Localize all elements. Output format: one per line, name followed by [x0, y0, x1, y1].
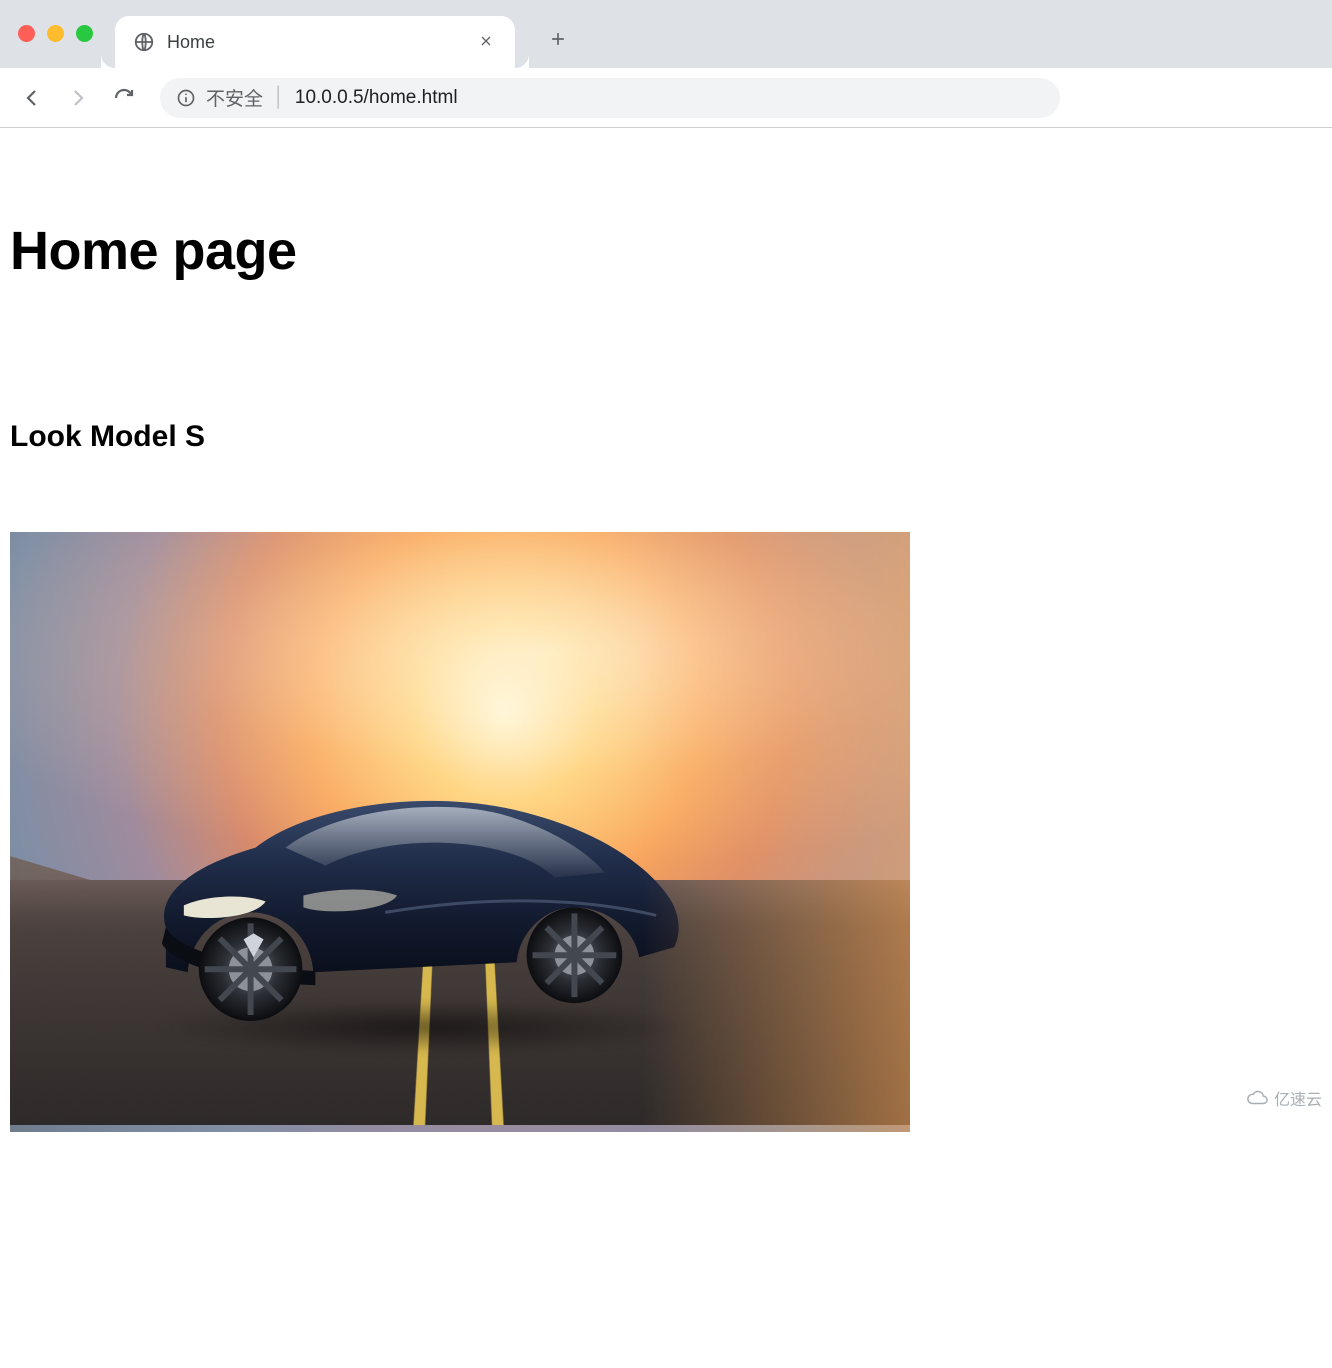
- page-subtitle: Look Model S: [10, 420, 1322, 454]
- browser-tab[interactable]: Home: [115, 16, 515, 68]
- car-illustration: [136, 748, 694, 1027]
- cloud-icon: [1246, 1087, 1268, 1109]
- info-icon: [176, 88, 196, 108]
- watermark-text: 亿速云: [1274, 1086, 1322, 1110]
- page-content: Home page Look Model S: [0, 128, 1332, 1142]
- tab-close-button[interactable]: [475, 31, 497, 53]
- window-minimize-button[interactable]: [47, 25, 64, 42]
- url-text: 10.0.0.5/home.html: [295, 87, 458, 109]
- watermark: 亿速云: [1246, 1086, 1322, 1110]
- window-controls: [18, 25, 93, 42]
- new-tab-button[interactable]: [543, 24, 573, 54]
- page-title: Home page: [10, 220, 1322, 282]
- tab-title: Home: [167, 32, 475, 53]
- reload-button[interactable]: [106, 80, 142, 116]
- address-bar[interactable]: 不安全 │ 10.0.0.5/home.html: [160, 78, 1060, 118]
- browser-toolbar: 不安全 │ 10.0.0.5/home.html: [0, 68, 1332, 127]
- back-button[interactable]: [14, 80, 50, 116]
- forward-button[interactable]: [60, 80, 96, 116]
- window-close-button[interactable]: [18, 25, 35, 42]
- globe-icon: [133, 31, 155, 53]
- window-zoom-button[interactable]: [76, 25, 93, 42]
- tab-strip: Home: [0, 0, 1332, 68]
- hero-image: [10, 532, 910, 1132]
- browser-chrome: Home 不安全 │ 10: [0, 0, 1332, 128]
- separator: │: [273, 87, 285, 109]
- security-status: 不安全: [206, 84, 263, 111]
